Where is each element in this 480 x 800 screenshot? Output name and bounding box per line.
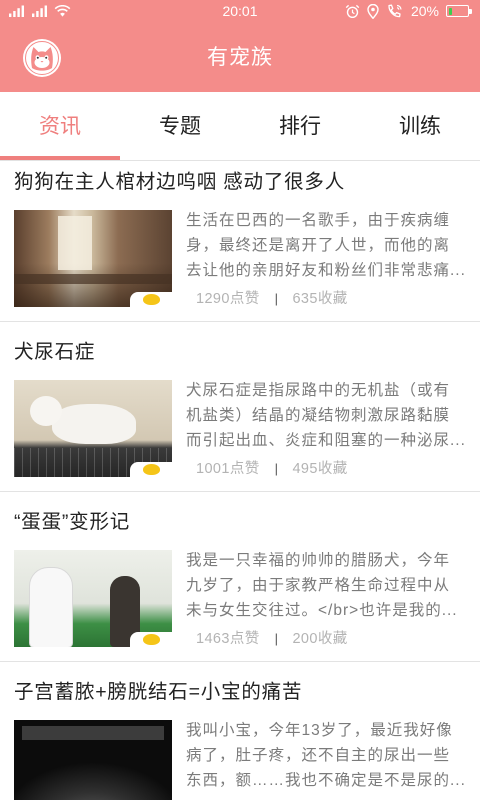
article-stats: 1001点赞 | 495收藏 bbox=[196, 459, 348, 479]
article-item[interactable]: 狗狗在主人棺材边呜咽 感动了很多人 生活在巴西的一名歌手，由于疾病缠 身，最终还… bbox=[0, 161, 480, 322]
brand-badge-icon bbox=[130, 292, 172, 307]
call-icon bbox=[386, 4, 404, 19]
like-count: 1290点赞 bbox=[196, 291, 260, 307]
favorite-count: 200收藏 bbox=[292, 631, 348, 647]
article-title: 犬尿石症 bbox=[14, 341, 96, 363]
summary-line: 我叫小宝，今年13岁了，最近我好像 bbox=[186, 722, 453, 739]
cat-logo-icon[interactable] bbox=[22, 38, 62, 78]
badge-face bbox=[143, 634, 160, 645]
summary-line: 未与女生交往过。</br>也许是我的... bbox=[186, 602, 458, 619]
stats-separator: | bbox=[274, 291, 279, 306]
article-item[interactable]: “蛋蛋”变形记 我是一只幸福的帅帅的腊肠犬，今年 九岁了，由于家教严格生命过程中… bbox=[0, 492, 480, 662]
summary-line: 机盐类）结晶的凝结物刺激尿路黏膜 bbox=[186, 407, 451, 424]
stats-separator: | bbox=[274, 631, 279, 646]
article-title: 子宫蓄脓+膀胱结石=小宝的痛苦 bbox=[14, 681, 303, 703]
article-list-content: 狗狗在主人棺材边呜咽 感动了很多人 生活在巴西的一名歌手，由于疾病缠 身，最终还… bbox=[0, 161, 480, 800]
summary-line: 九岁了，由于家教严格生命过程中从 bbox=[186, 577, 451, 594]
article-summary: 我是一只幸福的帅帅的腊肠犬，今年 九岁了，由于家教严格生命过程中从 未与女生交往… bbox=[186, 548, 466, 623]
article-summary: 我叫小宝，今年13岁了，最近我好像 病了，肚子疼，还不自主的尿出一些 东西，额…… bbox=[186, 718, 466, 793]
tab-training[interactable]: 训练 bbox=[360, 92, 480, 160]
status-right-icons: 20% bbox=[345, 0, 472, 22]
summary-line: 病了，肚子疼，还不自主的尿出一些 bbox=[186, 747, 451, 764]
brand-badge-icon bbox=[130, 462, 172, 477]
article-item[interactable]: 犬尿石症 犬尿石症是指尿路中的无机盐（或有 机盐类）结晶的凝结物刺激尿路黏膜 而… bbox=[0, 322, 480, 492]
app-screen: 20:01 20% 有宠族 资讯 专题 排行 训练 狗狗在主人棺材边呜咽 感动了… bbox=[0, 0, 480, 800]
cellular-signal-icon bbox=[8, 5, 25, 17]
article-summary: 生活在巴西的一名歌手，由于疾病缠 身，最终还是离开了人世，而他的离 去让他的亲朋… bbox=[186, 208, 466, 283]
article-item[interactable]: 子宫蓄脓+膀胱结石=小宝的痛苦 我叫小宝，今年13岁了，最近我好像 病了，肚子疼… bbox=[0, 662, 480, 800]
article-title: 狗狗在主人棺材边呜咽 感动了很多人 bbox=[14, 171, 346, 193]
like-count: 1001点赞 bbox=[196, 461, 260, 477]
article-thumbnail[interactable] bbox=[14, 550, 172, 647]
summary-line: 而引起出血、炎症和阻塞的一种泌尿... bbox=[186, 432, 466, 449]
battery-level-fill bbox=[448, 7, 453, 15]
app-title: 有宠族 bbox=[207, 46, 273, 69]
active-tab-indicator bbox=[0, 156, 120, 160]
article-stats: 1290点赞 | 635收藏 bbox=[196, 289, 348, 309]
status-bar: 20:01 20% bbox=[0, 0, 480, 22]
summary-line: 身，最终还是离开了人世，而他的离 bbox=[186, 237, 451, 254]
favorite-count: 635收藏 bbox=[292, 291, 348, 307]
article-title: “蛋蛋”变形记 bbox=[14, 511, 131, 533]
battery-icon bbox=[446, 5, 472, 17]
tab-news[interactable]: 资讯 bbox=[0, 92, 120, 160]
cellular-signal-icon bbox=[31, 5, 48, 17]
article-summary: 犬尿石症是指尿路中的无机盐（或有 机盐类）结晶的凝结物刺激尿路黏膜 而引起出血、… bbox=[186, 378, 466, 453]
stats-separator: | bbox=[274, 461, 279, 476]
article-stats: 1463点赞 | 200收藏 bbox=[196, 629, 348, 649]
article-thumbnail[interactable] bbox=[14, 210, 172, 307]
app-header: 有宠族 bbox=[0, 22, 480, 92]
brand-badge-icon bbox=[130, 632, 172, 647]
article-thumbnail[interactable] bbox=[14, 380, 172, 477]
summary-line: 去让他的亲朋好友和粉丝们非常悲痛... bbox=[186, 262, 466, 279]
summary-line: 我是一只幸福的帅帅的腊肠犬，今年 bbox=[186, 552, 451, 569]
article-list[interactable]: 狗狗在主人棺材边呜咽 感动了很多人 生活在巴西的一名歌手，由于疾病缠 身，最终还… bbox=[0, 161, 480, 800]
badge-face bbox=[143, 464, 160, 475]
summary-line: 犬尿石症是指尿路中的无机盐（或有 bbox=[186, 382, 451, 399]
battery-nub bbox=[469, 8, 472, 14]
favorite-count: 495收藏 bbox=[292, 461, 348, 477]
location-icon bbox=[367, 3, 379, 19]
status-left-icons bbox=[8, 4, 71, 17]
wifi-icon bbox=[54, 4, 71, 17]
tab-rankings[interactable]: 排行 bbox=[240, 92, 360, 160]
tab-topics[interactable]: 专题 bbox=[120, 92, 240, 160]
battery-percent: 20% bbox=[410, 3, 439, 19]
like-count: 1463点赞 bbox=[196, 631, 260, 647]
status-time: 20:01 bbox=[222, 3, 258, 19]
article-thumbnail[interactable] bbox=[14, 720, 172, 800]
summary-line: 东西，额……我也不确定是不是尿的... bbox=[186, 772, 466, 789]
badge-face bbox=[143, 294, 160, 305]
alarm-icon bbox=[345, 4, 360, 19]
tab-bar: 资讯 专题 排行 训练 bbox=[0, 92, 480, 161]
summary-line: 生活在巴西的一名歌手，由于疾病缠 bbox=[186, 212, 451, 229]
